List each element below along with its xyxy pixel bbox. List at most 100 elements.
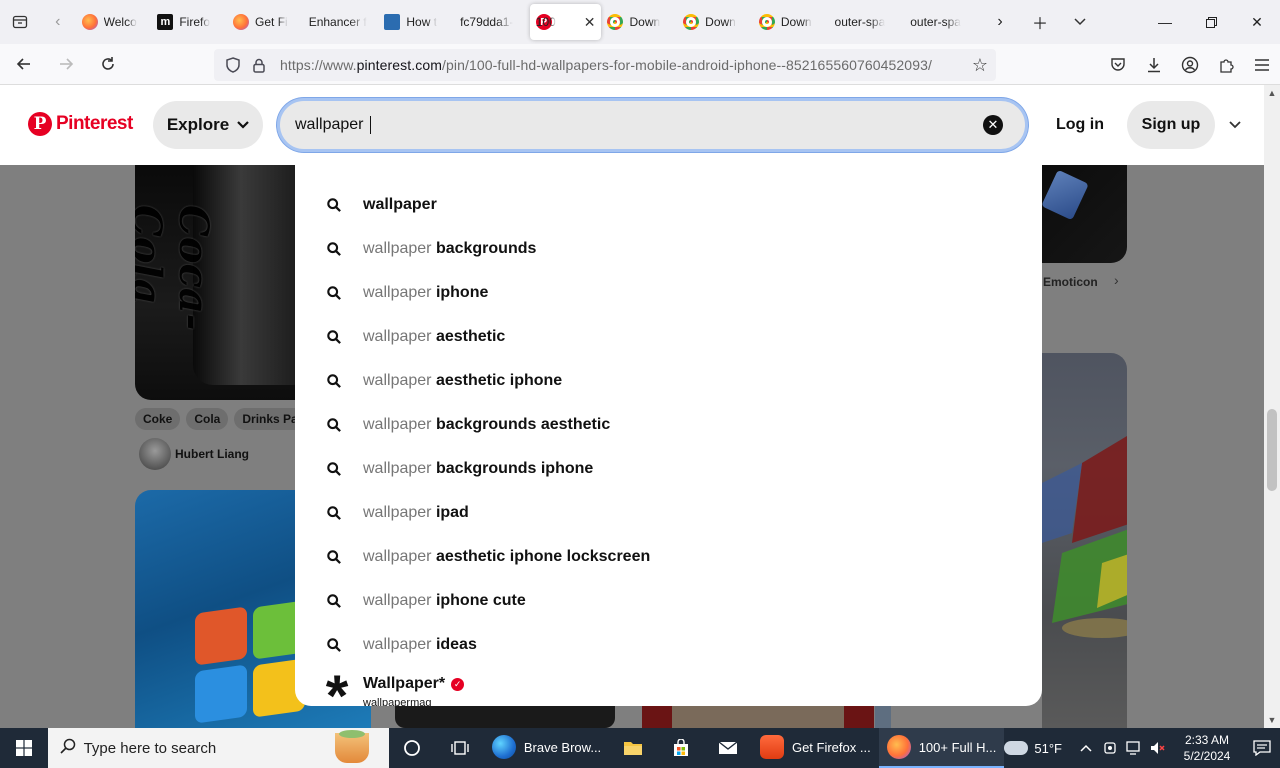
pocket-icon[interactable]: [1100, 47, 1136, 83]
tab-welcome[interactable]: Welco: [76, 4, 152, 40]
scroll-tabs-right-icon[interactable]: ›: [980, 0, 1020, 44]
suggestion-completion-part: backgrounds iphone: [435, 460, 594, 477]
search-suggestion-item[interactable]: wallpaper backgrounds iphone: [325, 457, 593, 481]
close-tab-icon[interactable]: ✕: [584, 14, 596, 31]
tag-chip[interactable]: Coke: [135, 408, 181, 430]
device-icon[interactable]: [1098, 741, 1122, 755]
search-suggestion-item[interactable]: wallpaper ideas: [325, 633, 477, 657]
scroll-up-arrow-icon[interactable]: ▲: [1264, 85, 1280, 101]
tab-firefox-meta[interactable]: m Firefo: [151, 4, 227, 40]
tab-how-to[interactable]: How t: [378, 4, 454, 40]
tab-enhancer[interactable]: Enhancer f: [303, 4, 379, 40]
downloads-icon[interactable]: [1136, 47, 1172, 83]
cortana-icon[interactable]: [389, 728, 437, 768]
chevron-down-icon[interactable]: [1060, 0, 1100, 44]
search-icon: [60, 738, 76, 758]
tab-fc79dda1[interactable]: fc79dda1-: [454, 4, 530, 40]
dark-pin-image[interactable]: [395, 705, 615, 728]
tab-download-2[interactable]: Down: [677, 4, 753, 40]
pin-author[interactable]: Hubert Liang: [139, 438, 249, 470]
emoticon-pin-image[interactable]: [1042, 165, 1127, 263]
pinterest-header: P Pinterest Explore wallpaper ✕ Log in S…: [0, 85, 1264, 165]
taskbar-app-brave-firefox[interactable]: Get Firefox ...: [752, 728, 879, 768]
taskbar-search-box[interactable]: Type here to search: [47, 728, 389, 768]
related-label[interactable]: Emoticon: [1043, 275, 1098, 289]
scroll-tabs-left-icon[interactable]: ‹: [40, 0, 76, 44]
volume-muted-icon[interactable]: [1146, 741, 1170, 755]
new-tab-icon[interactable]: ＋: [1020, 0, 1060, 44]
system-clock[interactable]: 2:33 AM 5/2/2024: [1170, 732, 1244, 764]
bookmark-star-icon[interactable]: ☆: [972, 55, 988, 76]
chevron-down-icon[interactable]: [1224, 115, 1246, 135]
mail-icon[interactable]: [704, 728, 752, 768]
weather-widget[interactable]: 51°F: [1004, 741, 1062, 756]
wallpaper-magazine-logo: *: [325, 664, 349, 707]
partial-pin-image[interactable]: [875, 705, 891, 728]
windows-start-icon[interactable]: [0, 728, 48, 768]
tab-pinterest-active[interactable]: P 100 ✕: [529, 4, 602, 40]
search-suggestion-item[interactable]: wallpaper iphone: [325, 281, 488, 305]
lock-icon[interactable]: [246, 58, 272, 73]
system-tray: 51°F 2:33 AM 5/2/2024: [1004, 728, 1280, 768]
tab-outer-space-1[interactable]: outer-spa: [829, 4, 905, 40]
suggestion-completion-part: aesthetic iphone lockscreen: [435, 548, 651, 565]
crest-pin-image[interactable]: [642, 705, 874, 728]
scroll-down-arrow-icon[interactable]: ▼: [1264, 712, 1280, 728]
address-bar[interactable]: https://www.pinterest.com/pin/100-full-h…: [214, 49, 996, 81]
hamburger-menu-icon[interactable]: [1244, 47, 1280, 83]
search-suggestion-item[interactable]: wallpaper aesthetic iphone: [325, 369, 562, 393]
search-query-text: wallpaper: [295, 116, 368, 133]
tab-outer-space-2[interactable]: outer-spa: [904, 4, 980, 40]
list-all-tabs-icon[interactable]: [0, 0, 40, 44]
log-in-button[interactable]: Log in: [1046, 101, 1114, 149]
tab-download-3[interactable]: Down: [753, 4, 829, 40]
clear-search-icon[interactable]: ✕: [983, 115, 1003, 135]
suggestion-completion-part: ideas: [435, 636, 477, 653]
network-icon[interactable]: [1122, 741, 1146, 755]
search-icon: [325, 548, 343, 566]
restore-window-icon[interactable]: [1188, 0, 1234, 44]
chevron-up-icon[interactable]: [1074, 744, 1098, 752]
suggestion-query-part: wallpaper: [363, 372, 432, 389]
tab-download-1[interactable]: Down: [601, 4, 677, 40]
notification-center-icon[interactable]: [1244, 740, 1280, 756]
search-suggestion-item[interactable]: wallpaper backgrounds aesthetic: [325, 413, 610, 437]
search-suggestion-item[interactable]: wallpaper iphone cute: [325, 589, 526, 613]
minimize-window-icon[interactable]: —: [1142, 0, 1188, 44]
search-suggestion-item[interactable]: wallpaper aesthetic: [325, 325, 505, 349]
tab-get-firefox[interactable]: Get Fi: [227, 4, 303, 40]
search-suggestion-item[interactable]: wallpaper: [325, 193, 437, 217]
glass-cube-pin-image[interactable]: [1042, 353, 1127, 728]
microsoft-store-icon[interactable]: [657, 728, 705, 768]
suggestion-completion-part: iphone cute: [435, 592, 526, 609]
tracking-protection-shield-icon[interactable]: [220, 57, 246, 73]
sign-up-button[interactable]: Sign up: [1127, 101, 1215, 149]
tag-chip[interactable]: Cola: [186, 408, 229, 430]
search-suggestion-item[interactable]: wallpaper aesthetic iphone lockscreen: [325, 545, 650, 569]
suggestion-query-part: wallpaper: [363, 460, 432, 477]
search-suggestion-item[interactable]: wallpaper backgrounds: [325, 237, 536, 261]
file-explorer-icon[interactable]: [609, 728, 657, 768]
scrollbar-thumb[interactable]: [1267, 409, 1277, 491]
chevron-right-icon[interactable]: ›: [1114, 272, 1119, 288]
taskbar-app-brave[interactable]: Brave Brow...: [484, 728, 609, 768]
suggestion-query-part: wallpaper: [363, 504, 432, 521]
account-icon[interactable]: [1172, 47, 1208, 83]
close-window-icon[interactable]: ✕: [1234, 0, 1280, 44]
task-view-icon[interactable]: [436, 728, 484, 768]
url-text: https://www.pinterest.com/pin/100-full-h…: [280, 57, 932, 73]
profile-suggestion[interactable]: * Wallpaper* ✓ wallpapermag: [317, 664, 465, 707]
pinterest-logo[interactable]: P Pinterest: [28, 112, 133, 136]
search-suggestion-item[interactable]: wallpaper ipad: [325, 501, 469, 525]
back-arrow-icon[interactable]: [6, 46, 42, 82]
search-input[interactable]: wallpaper ✕: [277, 98, 1028, 152]
reload-icon[interactable]: [90, 46, 126, 82]
search-icon: [325, 504, 343, 522]
explore-button[interactable]: Explore: [153, 101, 263, 149]
author-name: Hubert Liang: [175, 447, 249, 461]
taskbar-app-firefox-active[interactable]: 100+ Full H...: [878, 728, 1005, 768]
page-scrollbar[interactable]: ▲ ▼: [1264, 85, 1280, 728]
extensions-puzzle-icon[interactable]: [1208, 47, 1244, 83]
suggestion-query-part: wallpaper: [363, 636, 432, 653]
forward-arrow-icon[interactable]: [48, 46, 84, 82]
